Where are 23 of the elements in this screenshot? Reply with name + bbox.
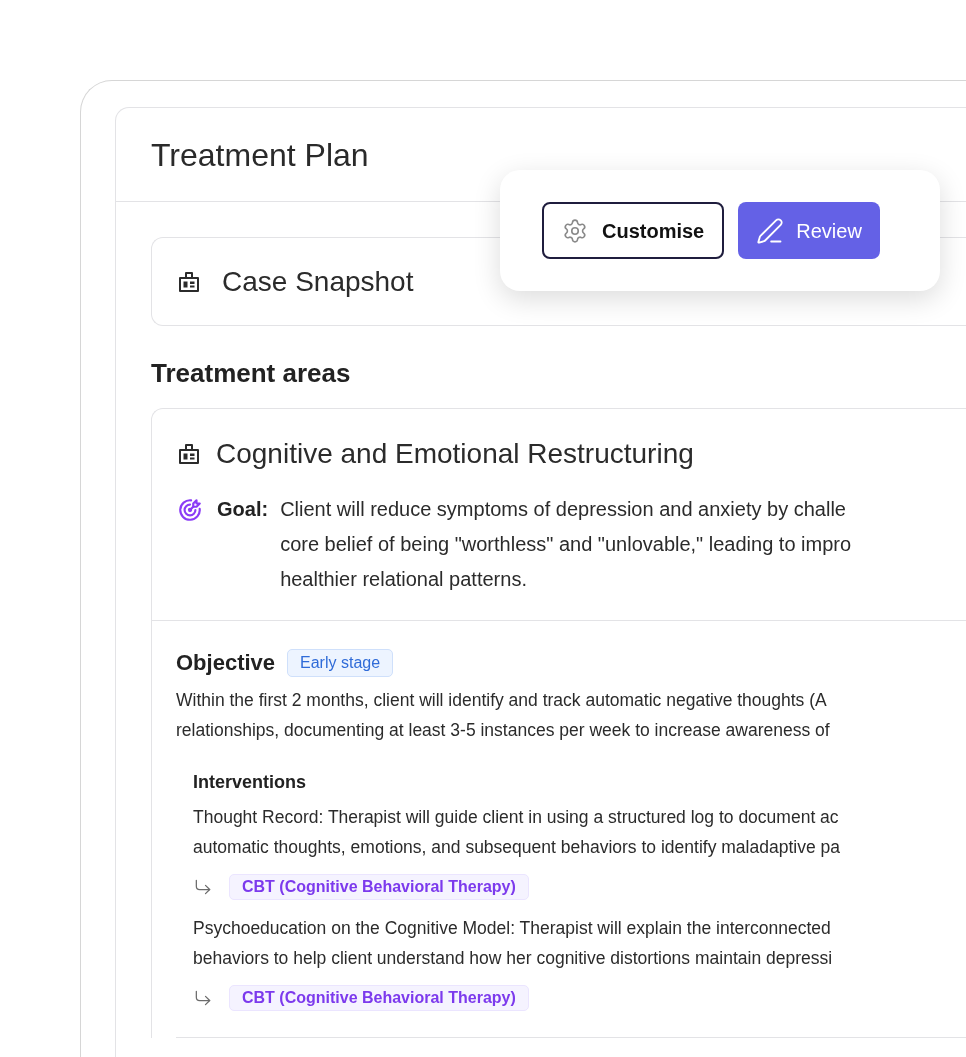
goal-text: Client will reduce symptoms of depression and anxiety by challe core belief of being "worthless" and "unlovable," leading to impro healthier relational patterns. <box>280 497 852 592</box>
page-title: Treatment Plan <box>151 135 369 175</box>
corner-arrow-icon <box>193 877 213 897</box>
building-icon <box>177 442 201 466</box>
target-arrow-icon <box>177 497 203 523</box>
goal-label: Goal: <box>217 497 269 522</box>
area-title: Cognitive and Emotional Restructuring <box>216 437 694 471</box>
customise-button[interactable]: Customise <box>542 202 725 259</box>
modality-tag: CBT (Cognitive Behavioral Therapy) <box>229 874 529 900</box>
review-button[interactable]: Review <box>738 202 880 259</box>
modality-tag: CBT (Cognitive Behavioral Therapy) <box>229 985 529 1011</box>
intervention-text: Psychoeducation on the Cognitive Model: Therapist will explain the interconnected behaviors to help client understand how her cognitive distortions maintain depressi <box>193 917 834 970</box>
interventions-heading: Interventions <box>193 771 308 794</box>
gear-icon <box>562 217 588 244</box>
building-icon <box>177 269 201 294</box>
intervention-text: Thought Record: Therapist will guide client in using a structured log to document ac automatic thoughts, emotions, and subsequent behaviors to identify maladaptive pa <box>193 806 841 859</box>
section-heading: Treatment areas <box>151 357 352 389</box>
objective-text: Within the first 2 months, client will identify and track automatic negative thoughts (A relationships, documenting at least 3-5 instances per week to increase awareness of <box>176 689 831 742</box>
pen-icon <box>756 216 785 245</box>
corner-arrow-icon <box>193 988 213 1008</box>
objective-label: Objective <box>176 649 276 677</box>
stage-badge: Early stage <box>287 649 394 677</box>
case-snapshot-title: Case Snapshot <box>222 264 414 299</box>
